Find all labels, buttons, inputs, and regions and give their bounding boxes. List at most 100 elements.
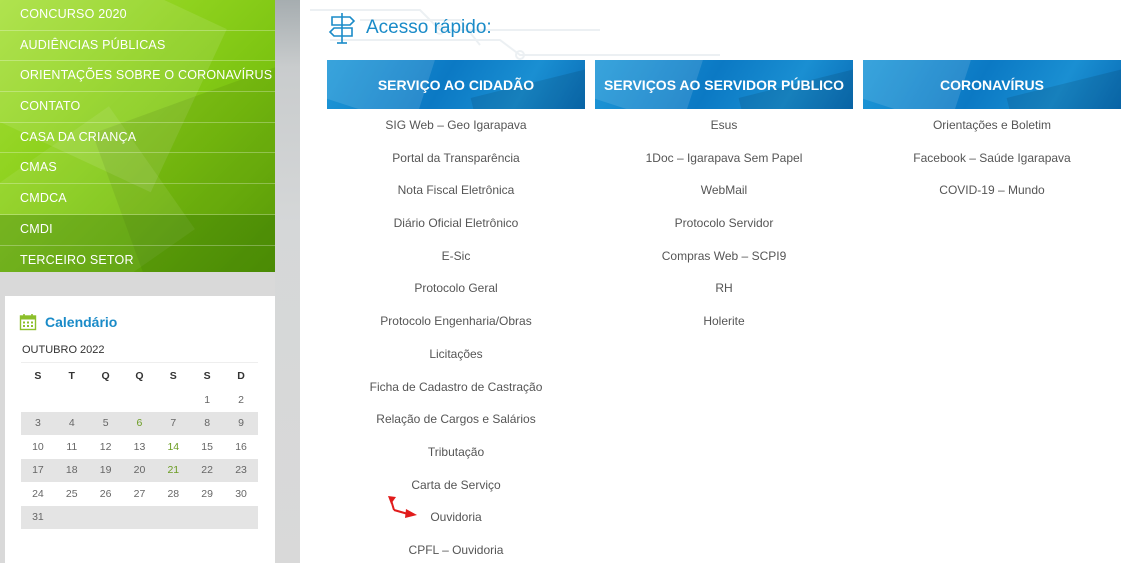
sidebar-shadow [275, 0, 300, 563]
sidebar-item-concurso[interactable]: CONCURSO 2020 [0, 0, 275, 31]
calendar-weekday: Q [88, 362, 123, 388]
quick-link[interactable]: COVID-19 – Mundo [863, 174, 1121, 207]
calendar-day: 26 [99, 487, 112, 500]
calendar-day: 17 [21, 458, 55, 482]
calendar-day: 27 [133, 487, 146, 500]
column-header-cidadao: SERVIÇO AO CIDADÃO [327, 60, 585, 109]
annotation-arrow-icon [388, 496, 417, 518]
calendar-widget: Calendário OUTUBRO 2022 STQQSSD 12345678… [5, 296, 275, 563]
calendar-day: 12 [99, 440, 112, 453]
sidebar-item-cmas[interactable]: CMAS [0, 153, 275, 185]
links-coronavirus: Orientações e Boletim Facebook – Saúde Ig… [863, 109, 1121, 207]
calendar-day: 15 [201, 440, 213, 453]
calendar-day: 3 [21, 411, 55, 435]
column-title-servidor: SERVIÇOS AO SERVIDOR PÚBLICO [603, 76, 845, 93]
calendar-day [224, 505, 258, 529]
calendar-day: 19 [88, 458, 123, 482]
calendar-grid: STQQSSD 1 2 3 4 5 6 7 8 9 10 11 12 13 14 15 16 17 18 19 20 2… [21, 362, 258, 529]
calendar-day: 10 [32, 440, 44, 453]
calendar-day [89, 388, 123, 412]
calendar-day: 23 [224, 458, 258, 482]
calendar-day [122, 505, 157, 529]
quick-link[interactable]: RH [595, 272, 853, 305]
calendar-day: 9 [224, 411, 258, 435]
calendar-week: 24 25 26 27 28 29 30 [21, 482, 258, 506]
sidebar-item-audiencias[interactable]: AUDIÊNCIAS PÚBLICAS [0, 31, 275, 62]
quick-link[interactable]: Compras Web – SCPI9 [595, 240, 853, 273]
quick-link[interactable]: Relação de Cargos e Salários [327, 403, 585, 436]
quick-link[interactable]: Portal da Transparência [327, 142, 585, 175]
calendar-day: 30 [235, 487, 247, 500]
calendar-day[interactable]: 21 [156, 458, 191, 482]
column-title-coronavirus: CORONAVÍRUS [940, 76, 1044, 93]
quick-link[interactable]: Holerite [595, 305, 853, 338]
calendar-day: 24 [32, 487, 44, 500]
calendar-day: 28 [167, 487, 180, 500]
column-header-coronavirus: CORONAVÍRUS [863, 60, 1121, 109]
quick-link[interactable]: Protocolo Servidor [595, 207, 853, 240]
quick-link[interactable]: Tributação [327, 436, 585, 469]
sidebar-item-contato[interactable]: CONTATO [0, 92, 275, 123]
calendar-day[interactable]: 6 [122, 411, 157, 435]
quick-link[interactable]: Ficha de Cadastro de Castração [327, 371, 585, 404]
calendar-week: 10 11 12 13 14 15 16 [21, 435, 258, 459]
calendar-day: 11 [66, 440, 78, 453]
quick-access-title: Acesso rápido: [366, 17, 492, 38]
calendar-month: OUTUBRO 2022 [22, 344, 105, 356]
quick-link[interactable]: Ouvidoria [327, 501, 585, 534]
sidebar-menu-list: CONCURSO 2020 AUDIÊNCIAS PÚBLICAS ORIENT… [0, 0, 275, 272]
calendar-day: 31 [21, 505, 55, 529]
links-servidor: Esus 1Doc – Igarapava Sem Papel WebMail Pro… [595, 109, 853, 338]
calendar-week: 31 [21, 505, 258, 529]
calendar-week: 12 [21, 388, 258, 412]
quick-link[interactable]: CPFL – Ouvidoria [327, 534, 585, 567]
quick-link[interactable]: E-Sic [327, 240, 585, 273]
calendar-day [88, 505, 123, 529]
sidebar-item-cmdca[interactable]: CMDCA [0, 184, 275, 215]
calendar-day: 20 [122, 458, 157, 482]
quick-link[interactable]: Esus [595, 109, 853, 142]
quick-link[interactable]: Licitações [327, 338, 585, 371]
calendar-day: 7 [156, 411, 191, 435]
calendar-icon [19, 314, 37, 331]
sidebar-item-casa-crianca[interactable]: CASA DA CRIANÇA [0, 123, 275, 154]
calendar-day: 29 [201, 487, 213, 500]
sidebar-item-cmdi[interactable]: CMDI [0, 214, 275, 246]
calendar-day [156, 505, 191, 529]
quick-link[interactable]: Diário Oficial Eletrônico [327, 207, 585, 240]
calendar-title-text: Calendário [45, 314, 118, 330]
calendar-day: 4 [54, 411, 89, 435]
calendar-day [21, 388, 55, 412]
calendar-day [190, 505, 225, 529]
signpost-icon [328, 13, 356, 44]
calendar-weekday: S [21, 362, 55, 388]
quick-access-header: Acesso rápido: [328, 10, 492, 46]
calendar-day: 16 [235, 440, 247, 453]
quick-link[interactable]: Nota Fiscal Eletrônica [327, 174, 585, 207]
quick-link[interactable]: Protocolo Engenharia/Obras [327, 305, 585, 338]
quick-link[interactable]: Orientações e Boletim [863, 109, 1121, 142]
calendar-day: 18 [54, 458, 89, 482]
calendar-day: 1 [204, 393, 211, 406]
calendar-day [55, 388, 89, 412]
quick-link[interactable]: Protocolo Geral [327, 272, 585, 305]
calendar-day [156, 388, 190, 412]
calendar-day[interactable]: 14 [156, 435, 190, 459]
calendar-day [123, 388, 157, 412]
calendar-day: 2 [238, 393, 244, 406]
sidebar-item-coronavirus[interactable]: ORIENTAÇÕES SOBRE O CORONAVÍRUS [0, 61, 275, 93]
quick-link[interactable]: SIG Web – Geo Igarapava [327, 109, 585, 142]
quick-link[interactable]: Facebook – Saúde Igarapava [863, 142, 1121, 175]
column-header-servidor: SERVIÇOS AO SERVIDOR PÚBLICO [595, 60, 853, 109]
calendar-week: 3456789 [21, 411, 258, 435]
quick-link[interactable]: WebMail [595, 174, 853, 207]
calendar-week: 17 18 19 20 21 22 23 [21, 458, 258, 482]
quick-link[interactable]: 1Doc – Igarapava Sem Papel [595, 142, 853, 175]
calendar-weekdays: STQQSSD [21, 362, 258, 388]
quick-link[interactable]: Carta de Serviço [327, 469, 585, 502]
calendar-day: 22 [190, 458, 225, 482]
calendar-day [54, 505, 89, 529]
sidebar-item-terceiro-setor[interactable]: TERCEIRO SETOR [0, 245, 275, 272]
calendar-weekday: D [224, 362, 258, 388]
column-title-cidadao: SERVIÇO AO CIDADÃO [377, 76, 535, 93]
